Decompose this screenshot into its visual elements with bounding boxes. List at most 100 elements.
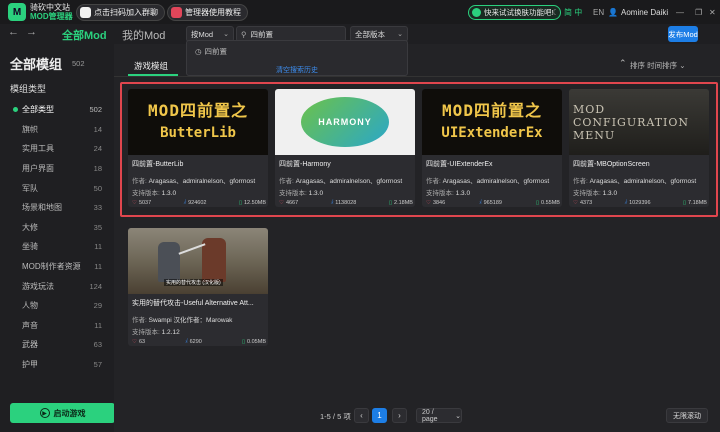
logo-line2: MOD管理器 [30, 12, 73, 21]
mod-version: 支持版本: 1.3.0 [132, 190, 177, 197]
harmony-logo: HARMONY [301, 97, 389, 147]
sidebar-item-all[interactable]: 全部类型 502 [0, 100, 114, 120]
mod-stats: ♡ 4667 ⤓ 1138028 ▯ 2.18MB [279, 199, 413, 206]
sidebar-item-armor[interactable]: 护甲 57 [0, 355, 114, 375]
mod-title: 实用的替代攻击-Useful Alternative Att... [132, 300, 254, 307]
mod-card-useful-alternative-attack[interactable]: 实用的替代攻击 (汉化版) 实用的替代攻击-Useful Alternative… [128, 228, 268, 346]
minimize-icon[interactable]: — [676, 0, 684, 24]
logo-line1: 骑砍中文站 [30, 3, 70, 12]
chevron-up-icon[interactable]: ⌃ [619, 58, 627, 69]
logo-badge-icon: M [8, 3, 26, 21]
clock-icon: ◷ [195, 47, 202, 56]
mod-thumbnail: 实用的替代攻击 (汉化版) [128, 228, 268, 294]
file-icon: ▯ [388, 199, 393, 206]
mod-stats: ♡ 4373 ⤓ 1029396 ▯ 7.18MB [573, 199, 707, 206]
chevron-down-icon: ⌄ [679, 61, 686, 70]
back-arrow-icon[interactable]: ← [8, 26, 19, 38]
mod-author: 作者: Aragasas、admiralnelson、gforrnost [279, 178, 403, 185]
mod-author: 作者: Swampi 汉化作者：Marowak [132, 317, 233, 324]
page-button-current[interactable]: 1 [372, 408, 387, 423]
promo-label: 快来试试换肤功能吧! [484, 8, 554, 17]
qq-icon [80, 7, 91, 18]
file-icon: ▯ [242, 338, 246, 345]
mod-card-mboptionscreen[interactable]: MOD CONFIGURATION MENU 四前置-MBOptionScree… [569, 89, 709, 207]
sidebar-item-characters[interactable]: 人物 29 [0, 296, 114, 316]
close-icon[interactable]: ✕ [709, 0, 716, 24]
prev-page-button[interactable]: ‹ [354, 408, 369, 423]
tab-all-mods[interactable]: 全部Mod [62, 27, 107, 43]
page-size-select[interactable]: 20 / page ⌄ [416, 408, 462, 423]
skin-promo-button[interactable]: 快来试试换肤功能吧! [468, 5, 561, 20]
mod-card-uiextenderex[interactable]: MOD四前置之 UIExtenderEx 四前置-UIExtenderEx 作者… [422, 89, 562, 207]
mod-thumbnail: MOD四前置之 UIExtenderEx [422, 89, 562, 155]
mod-stats: ♡ 5037 ⤓ 924602 ▯ 12.50MB [132, 199, 266, 206]
lang-en-button[interactable]: EN [593, 0, 604, 24]
app-window: M 骑砍中文站 MOD管理器 点击扫码加入群聊 管理器使用教程 快来试试换肤功能… [0, 0, 720, 432]
sidebar-item-gameplay[interactable]: 游戏玩法 124 [0, 276, 114, 296]
mod-title: 四前置-Harmony [279, 161, 331, 168]
main-content: 游戏模组 ⌃ 排序 时间排序 ⌄ MOD四前置之 ButterLib 四前置-B… [114, 44, 720, 432]
tab-my-mods[interactable]: 我的Mod [122, 27, 165, 43]
mod-stats: ♡ 63 ⤓ 6290 ▯ 0.05MB [132, 338, 266, 345]
mod-author: 作者: Aragasas、admiralnelson、gforrnost [573, 178, 697, 185]
sidebar: 全部模组 502 模组类型 全部类型 502 旗帜 14 实用工具 24 用户界面 18… [0, 44, 115, 432]
moon-icon[interactable]: ☾ [552, 0, 559, 24]
mod-card-butterlib[interactable]: MOD四前置之 ButterLib 四前置-ButterLib 作者: Arag… [128, 89, 268, 207]
bilibili-icon [171, 7, 182, 18]
user-name[interactable]: Aomine Daiki [621, 0, 668, 24]
title-bar: M 骑砍中文站 MOD管理器 点击扫码加入群聊 管理器使用教程 快来试试换肤功能… [0, 0, 720, 24]
version-select-value: 全部版本 [355, 29, 385, 39]
sidebar-item-utilities[interactable]: 实用工具 24 [0, 139, 114, 159]
restore-icon[interactable]: ❐ [695, 0, 702, 24]
chevron-down-icon: ⌄ [397, 31, 403, 38]
mod-thumbnail: MOD CONFIGURATION MENU [569, 89, 709, 155]
mod-version: 支持版本: 1.3.0 [426, 190, 471, 197]
sidebar-item-ui[interactable]: 用户界面 18 [0, 159, 114, 179]
clear-history-link[interactable]: 清空搜索历史 [187, 65, 407, 75]
download-icon: ⤓ [624, 199, 628, 205]
next-page-button[interactable]: › [392, 408, 407, 423]
app-logo: M 骑砍中文站 MOD管理器 [8, 3, 73, 21]
mod-author: 作者: Aragasas、admiralnelson、gforrnost [426, 178, 550, 185]
download-icon: ⤓ [479, 199, 482, 205]
download-icon: ⤓ [185, 338, 188, 344]
palette-icon [472, 8, 481, 17]
tutorial-label: 管理器使用教程 [185, 8, 241, 17]
lang-zh-button[interactable]: 简 中 [564, 0, 582, 24]
sort-select[interactable]: 排序 时间排序 ⌄ [630, 60, 685, 71]
history-item[interactable]: ◷ 四前置 [195, 46, 227, 57]
category-list: 全部类型 502 旗帜 14 实用工具 24 用户界面 18 军队 50 场景和地图 33 … [0, 100, 114, 374]
publish-mod-button[interactable]: 发布Mod [668, 26, 698, 42]
tab-game-mods[interactable]: 游戏模组 [134, 60, 168, 72]
tutorial-button[interactable]: 管理器使用教程 [167, 4, 248, 21]
chevron-down-icon: ⌄ [455, 412, 461, 420]
mod-card-harmony[interactable]: HARMONY 四前置-Harmony 作者: Aragasas、admiral… [275, 89, 415, 207]
sidebar-total-count: 502 [72, 59, 85, 68]
active-dot-icon [13, 107, 18, 112]
infinite-scroll-button[interactable]: 无限滚动 [666, 408, 708, 423]
sidebar-item-banners[interactable]: 旗帜 14 [0, 120, 114, 140]
mod-version: 支持版本: 1.2.12 [132, 329, 180, 336]
file-icon: ▯ [535, 199, 540, 206]
sidebar-item-mounts[interactable]: 坐骑 11 [0, 237, 114, 257]
sidebar-item-modder-resources[interactable]: MOD制作者资源 11 [0, 257, 114, 277]
mod-version: 支持版本: 1.3.0 [279, 190, 324, 197]
thumbnail-caption: 实用的替代攻击 (汉化版) [164, 279, 223, 286]
mod-stats: ♡ 3846 ⤓ 965189 ▯ 0.55MB [426, 199, 560, 206]
filter-select-value: 按Mod [191, 29, 214, 39]
tab-divider [114, 76, 720, 77]
launch-game-label: 启动游戏 [53, 408, 86, 418]
sidebar-item-scenes-maps[interactable]: 场景和地图 33 [0, 198, 114, 218]
heart-icon: ♡ [573, 199, 578, 206]
forward-arrow-icon[interactable]: → [26, 26, 37, 38]
launch-game-button[interactable]: ▶ 启动游戏 [10, 403, 115, 423]
sidebar-title: 全部模组 [10, 57, 63, 72]
sidebar-item-weapons[interactable]: 武器 63 [0, 335, 114, 355]
sidebar-item-overhaul[interactable]: 大修 35 [0, 218, 114, 238]
mod-thumbnail: HARMONY [275, 89, 415, 155]
join-group-button[interactable]: 点击扫码加入群聊 [76, 4, 165, 21]
mod-title: 四前置-ButterLib [132, 161, 184, 168]
sidebar-item-troops[interactable]: 军队 50 [0, 178, 114, 198]
sidebar-item-sounds[interactable]: 声音 11 [0, 316, 114, 336]
mod-title: 四前置-UIExtenderEx [426, 161, 493, 168]
